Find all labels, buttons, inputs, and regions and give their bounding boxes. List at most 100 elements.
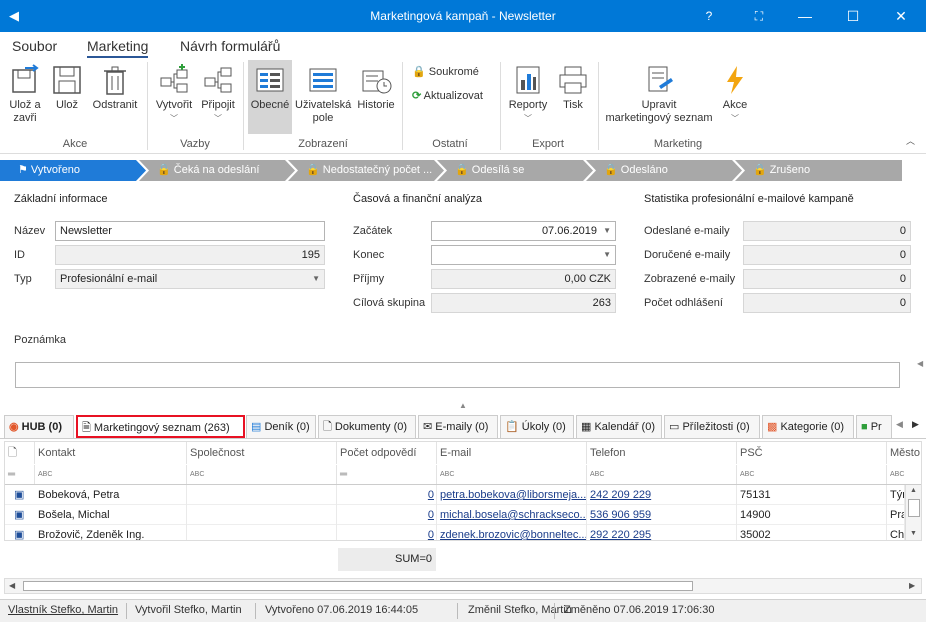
- create-label: Vytvořit: [155, 99, 193, 111]
- tab-marketing-list[interactable]: 🗎 Marketingový seznam (263): [76, 415, 245, 438]
- workflow-step-cancelled[interactable]: 🔒 Zrušeno: [735, 160, 902, 181]
- workflow-step-sending[interactable]: 🔒 Odesílá se: [437, 160, 593, 181]
- collapse-arrow-icon[interactable]: ◀: [917, 359, 923, 368]
- column-header-email[interactable]: E-mail: [437, 442, 587, 464]
- start-date-field[interactable]: 07.06.2019 ▼: [431, 221, 616, 241]
- scroll-down-icon[interactable]: ▼: [910, 530, 917, 537]
- delivered-field: 0: [743, 245, 911, 265]
- name-field[interactable]: Newsletter: [55, 221, 325, 241]
- column-header-replies[interactable]: Počet odpovědí: [337, 442, 437, 464]
- restore-layout-button[interactable]: ⛶: [736, 0, 782, 32]
- horizontal-scrollbar[interactable]: ◀ ▶: [4, 578, 922, 594]
- tab-more[interactable]: ■ Pr: [856, 415, 892, 438]
- scroll-up-icon[interactable]: ▲: [910, 487, 917, 494]
- delete-button[interactable]: Odstranit: [90, 64, 140, 112]
- vertical-scrollbar[interactable]: ▲ ▼: [905, 485, 921, 540]
- scroll-left-icon[interactable]: ◀: [9, 581, 15, 590]
- tab-categories[interactable]: ▩ Kategorie (0): [762, 415, 854, 438]
- tab-marketing[interactable]: Marketing: [87, 38, 149, 58]
- column-header-city[interactable]: Město: [887, 442, 921, 464]
- column-header-phone[interactable]: Telefon: [587, 442, 737, 464]
- scrollbar-thumb[interactable]: [908, 499, 920, 517]
- workflow-step-sent[interactable]: 🔒 Odesláno: [586, 160, 742, 181]
- tab-label: Kategorie (0): [780, 421, 845, 433]
- tab-scroll-left-icon[interactable]: ◀: [896, 419, 903, 430]
- general-view-button[interactable]: Obecné: [248, 60, 292, 134]
- stats-heading: Statistika profesionální e-mailové kampa…: [644, 193, 854, 205]
- column-header-zip[interactable]: PSČ: [737, 442, 887, 464]
- filter-email[interactable]: ABC: [437, 465, 587, 484]
- type-select[interactable]: Profesionální e-mail ▼: [55, 269, 325, 289]
- filter-city[interactable]: ABC: [887, 465, 921, 484]
- dropdown-arrow-icon[interactable]: ▼: [603, 246, 611, 264]
- action-button[interactable]: Akce ﹀: [718, 64, 752, 125]
- private-label: Soukromé: [428, 66, 479, 78]
- tab-emails[interactable]: ✉ E-maily (0): [418, 415, 498, 438]
- tab-scroll-right-icon[interactable]: ▶: [912, 419, 919, 430]
- refresh-button[interactable]: ⟳ Aktualizovat: [412, 90, 483, 103]
- tab-opportunities[interactable]: ▭ Příležitosti (0): [664, 415, 760, 438]
- close-button[interactable]: ✕: [878, 0, 924, 32]
- print-button[interactable]: Tisk: [556, 64, 590, 112]
- private-button[interactable]: 🔒 Soukromé: [412, 66, 479, 79]
- filter-contact[interactable]: ABC: [35, 465, 187, 484]
- attach-button[interactable]: Připojit ﹀: [198, 64, 238, 125]
- save-close-button[interactable]: Ulož a zavři: [6, 64, 44, 125]
- unsubscribe-label: Počet odhlášení: [644, 297, 723, 309]
- cell-city: Týr: [887, 485, 905, 505]
- edit-marketing-list-button[interactable]: Upravit marketingový seznam: [604, 64, 714, 125]
- dropdown-arrow-icon[interactable]: ▼: [603, 222, 611, 240]
- tab-tasks[interactable]: 📋 Úkoly (0): [500, 415, 574, 438]
- note-field[interactable]: [15, 362, 900, 388]
- filter-replies[interactable]: ═: [337, 465, 437, 484]
- filter-phone[interactable]: ABC: [587, 465, 737, 484]
- history-icon: [360, 64, 392, 96]
- cell-email[interactable]: michal.bosela@schrackseco...: [437, 505, 587, 525]
- cell-replies[interactable]: 0: [337, 525, 437, 540]
- tab-hub[interactable]: ◉ HUB (0): [4, 415, 74, 438]
- workflow-step-insufficient[interactable]: 🔒 Nedostatečný počet ...: [288, 160, 444, 181]
- end-label: Konec: [353, 249, 385, 261]
- end-date-field[interactable]: ▼: [431, 245, 616, 265]
- table-row[interactable]: ▣ Brožovič, Zdeněk Ing. 0 zdenek.brozovi…: [5, 525, 905, 540]
- column-header-company[interactable]: Společnost: [187, 442, 337, 464]
- cell-phone[interactable]: 242 209 229: [587, 485, 737, 505]
- ribbon-separator: [598, 62, 599, 150]
- column-header-contact[interactable]: Kontakt: [35, 442, 187, 464]
- status-separator: [126, 603, 127, 619]
- cell-phone[interactable]: 292 220 295: [587, 525, 737, 540]
- cell-email[interactable]: petra.bobekova@liborsmeja...: [437, 485, 587, 505]
- user-fields-button[interactable]: Uživatelská pole: [295, 64, 351, 125]
- table-row[interactable]: ▣ Bobeková, Petra 0 petra.bobekova@libor…: [5, 485, 905, 505]
- help-button[interactable]: ?: [686, 0, 732, 32]
- tab-journal[interactable]: ▤ Deník (0): [246, 415, 316, 438]
- history-button[interactable]: Historie: [356, 64, 396, 112]
- lock-icon: 🔒: [157, 164, 174, 176]
- cell-phone[interactable]: 536 906 959: [587, 505, 737, 525]
- workflow-step-created[interactable]: ⚑ Vytvořeno: [0, 160, 146, 181]
- scrollbar-thumb[interactable]: [23, 581, 693, 591]
- tab-label: E-maily (0): [435, 421, 489, 433]
- workflow-step-waiting[interactable]: 🔒 Čeká na odeslání: [139, 160, 295, 181]
- scroll-right-icon[interactable]: ▶: [909, 581, 915, 590]
- save-button[interactable]: Ulož: [50, 64, 84, 112]
- filter-zip[interactable]: ABC: [737, 465, 887, 484]
- lightning-icon: [719, 64, 751, 96]
- tab-soubor[interactable]: Soubor: [12, 38, 57, 54]
- splitter-arrow-icon[interactable]: ▲: [459, 401, 467, 410]
- create-button[interactable]: Vytvořit ﹀: [153, 64, 195, 125]
- filter-company[interactable]: ABC: [187, 465, 337, 484]
- cell-replies[interactable]: 0: [337, 485, 437, 505]
- reports-button[interactable]: Reporty ﹀: [505, 64, 551, 125]
- tab-calendar[interactable]: ▦ Kalendář (0): [576, 415, 662, 438]
- minimize-button[interactable]: —: [782, 0, 828, 32]
- owner-link[interactable]: Vlastník Stefko, Martin: [8, 604, 118, 616]
- cell-email[interactable]: zdenek.brozovic@bonneltec...: [437, 525, 587, 540]
- table-row[interactable]: ▣ Bošela, Michal 0 michal.bosela@schrack…: [5, 505, 905, 525]
- tab-documents[interactable]: 🗋 Dokumenty (0): [318, 415, 416, 438]
- maximize-button[interactable]: ☐: [830, 0, 876, 32]
- title-bar: ◀ Marketingová kampaň - Newsletter ? ⛶ —…: [0, 0, 926, 32]
- tab-navrh-formularu[interactable]: Návrh formulářů: [180, 38, 280, 54]
- collapse-ribbon-icon[interactable]: ︿: [906, 134, 915, 147]
- cell-replies[interactable]: 0: [337, 505, 437, 525]
